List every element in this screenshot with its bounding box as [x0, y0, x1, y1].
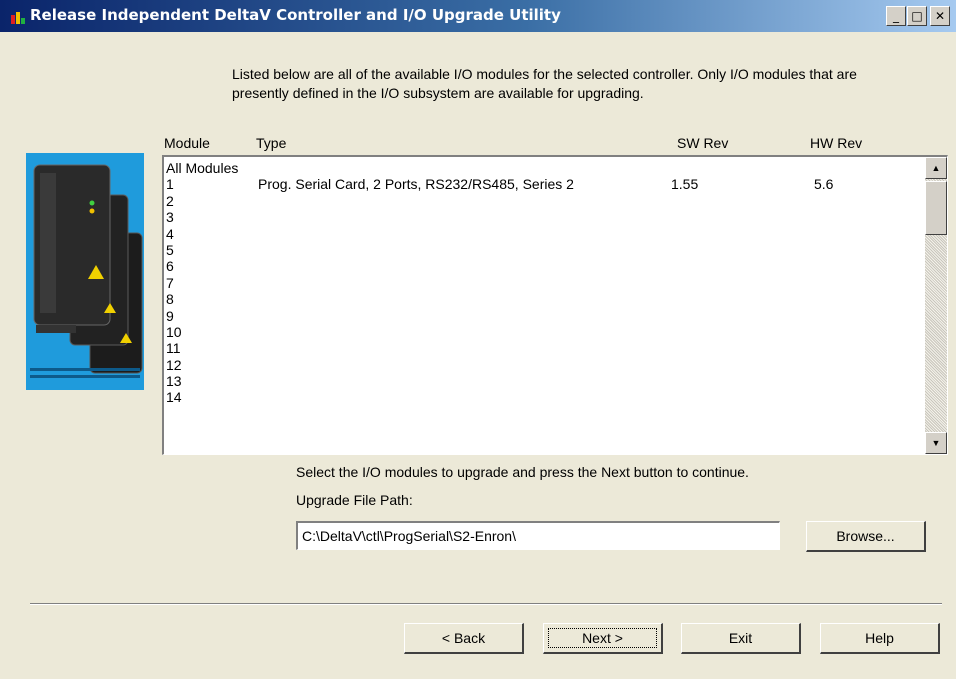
module-row[interactable]: 13 [166, 373, 920, 389]
module-row[interactable]: 10 [166, 324, 920, 340]
column-header-module[interactable]: Module [164, 135, 210, 151]
help-button[interactable]: Help [820, 623, 940, 654]
module-row[interactable]: 2 [166, 193, 920, 209]
upgrade-utility-window: Release Independent DeltaV Controller an… [0, 0, 956, 679]
next-button[interactable]: Next > [543, 623, 663, 654]
divider [30, 603, 942, 605]
module-cell: 5 [166, 241, 174, 258]
controller-illustration [26, 153, 144, 390]
vertical-scrollbar[interactable]: ▲ ▼ [925, 157, 947, 454]
title-bar[interactable]: Release Independent DeltaV Controller an… [0, 0, 956, 32]
module-cell: 14 [166, 389, 182, 406]
module-row[interactable]: 12 [166, 357, 920, 373]
module-cell: 1 [166, 176, 174, 193]
window-title: Release Independent DeltaV Controller an… [30, 6, 561, 24]
module-cell: 12 [166, 356, 182, 373]
module-cell: 4 [166, 225, 174, 242]
scroll-up-button[interactable]: ▲ [925, 157, 947, 179]
module-row[interactable]: All Modules [166, 160, 920, 176]
module-cell: 9 [166, 307, 174, 324]
back-button[interactable]: < Back [404, 623, 524, 654]
instruction-text: Select the I/O modules to upgrade and pr… [296, 464, 749, 480]
maximize-icon: □ [911, 9, 923, 23]
intro-text: Listed below are all of the available I/… [232, 66, 857, 101]
module-cell: 7 [166, 274, 174, 291]
module-row[interactable]: 14 [166, 389, 920, 405]
arrow-up-icon: ▲ [931, 163, 941, 173]
maximize-button[interactable]: □ [907, 6, 927, 26]
close-icon: ✕ [934, 9, 946, 23]
scroll-down-button[interactable]: ▼ [925, 432, 947, 454]
column-header-sw-rev[interactable]: SW Rev [677, 135, 728, 151]
module-list[interactable]: All Modules 1 Prog. Serial Card, 2 Ports, … [162, 155, 948, 455]
browse-button[interactable]: Browse... [806, 521, 926, 552]
module-row[interactable]: 1 Prog. Serial Card, 2 Ports, RS232/RS485… [166, 176, 920, 192]
upgrade-file-path-input[interactable] [296, 521, 780, 550]
module-rows: All Modules 1 Prog. Serial Card, 2 Ports, … [166, 160, 920, 406]
exit-button[interactable]: Exit [681, 623, 801, 654]
app-icon [11, 12, 25, 24]
minimize-button[interactable]: _ [886, 6, 906, 26]
column-header-type[interactable]: Type [256, 135, 286, 151]
hw-rev-cell: 5.6 [814, 176, 834, 193]
module-cell: 8 [166, 291, 174, 308]
arrow-down-icon: ▼ [931, 438, 941, 448]
module-cell: All Modules [166, 160, 239, 176]
close-button[interactable]: ✕ [930, 6, 950, 26]
module-cell: 2 [166, 192, 174, 209]
upgrade-file-path-label: Upgrade File Path: [296, 492, 413, 508]
module-row[interactable]: 8 [166, 291, 920, 307]
minimize-icon: _ [893, 9, 899, 23]
module-row[interactable]: 6 [166, 258, 920, 274]
module-cell: 11 [166, 340, 181, 357]
module-row[interactable]: 7 [166, 275, 920, 291]
module-cell: 3 [166, 209, 174, 226]
type-cell: Prog. Serial Card, 2 Ports, RS232/RS485,… [258, 176, 574, 193]
column-header-hw-rev[interactable]: HW Rev [810, 135, 862, 151]
controller-image [26, 153, 144, 390]
focus-rectangle [548, 628, 657, 648]
module-row[interactable]: 5 [166, 242, 920, 258]
sw-rev-cell: 1.55 [671, 176, 699, 193]
module-cell: 13 [166, 373, 182, 390]
module-row[interactable]: 9 [166, 308, 920, 324]
module-cell: 10 [166, 323, 182, 340]
module-cell: 6 [166, 258, 174, 275]
module-row[interactable]: 11 [166, 340, 920, 356]
module-row[interactable]: 3 [166, 209, 920, 225]
module-row[interactable]: 4 [166, 226, 920, 242]
scroll-thumb[interactable] [925, 181, 947, 235]
